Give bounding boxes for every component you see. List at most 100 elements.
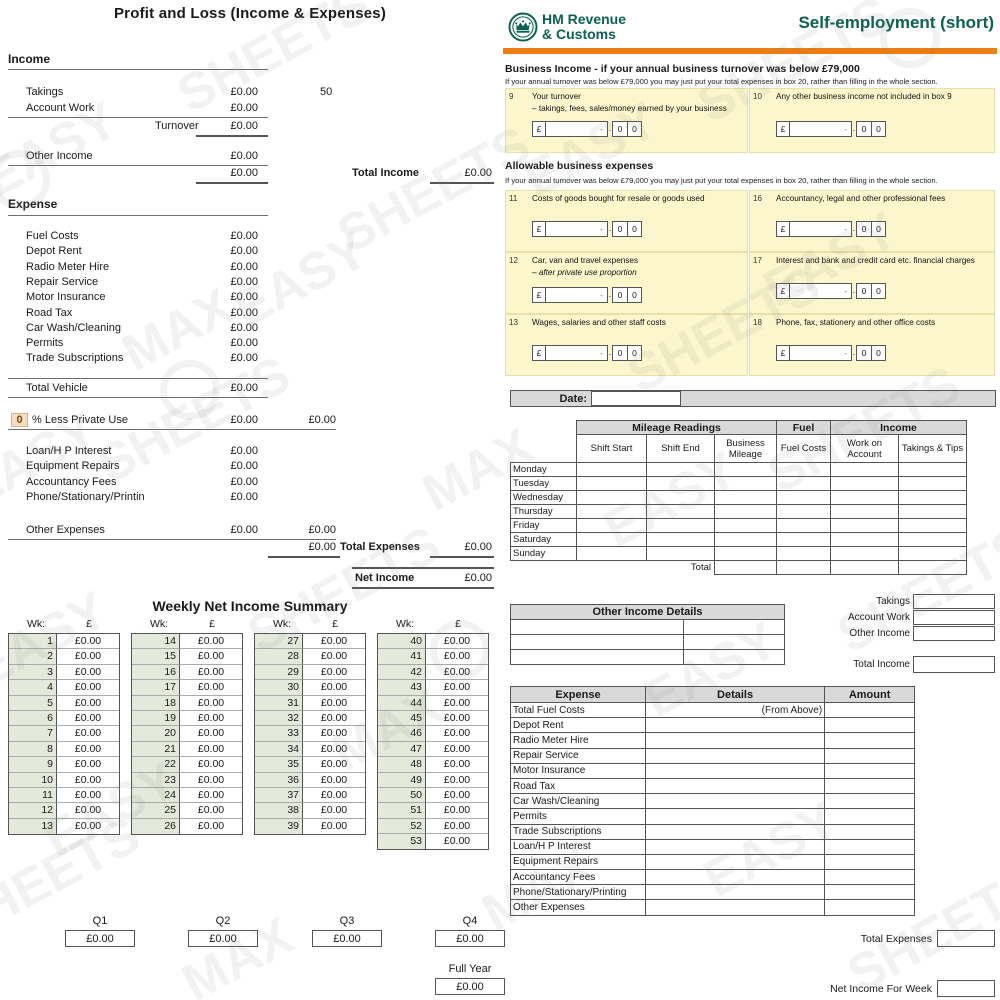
mileage-cell[interactable] bbox=[898, 504, 967, 519]
mileage-cell[interactable] bbox=[776, 504, 831, 519]
weekly-week-number[interactable]: 6 bbox=[9, 710, 57, 727]
weekly-week-number[interactable]: 35 bbox=[255, 757, 303, 773]
weekly-amount[interactable]: £0.00 bbox=[426, 726, 488, 742]
mileage-cell[interactable] bbox=[714, 490, 777, 505]
weekly-week-number[interactable]: 11 bbox=[9, 787, 57, 804]
form-box-18-pence-2[interactable]: 0 bbox=[871, 345, 886, 361]
weekly-week-number[interactable]: 14 bbox=[132, 634, 180, 650]
weekly-week-number[interactable]: 4 bbox=[9, 680, 57, 696]
form-box-12-pence-1[interactable]: 0 bbox=[612, 287, 627, 303]
weekly-amount[interactable]: £0.00 bbox=[303, 695, 365, 711]
weekly-week-number[interactable]: 5 bbox=[9, 695, 57, 711]
mileage-cell[interactable] bbox=[576, 504, 647, 519]
expense-row-amount[interactable] bbox=[824, 762, 915, 779]
expense-row-amount[interactable] bbox=[824, 838, 915, 855]
mileage-cell[interactable] bbox=[646, 532, 715, 547]
weekly-week-number[interactable]: 32 bbox=[255, 710, 303, 727]
weekly-amount[interactable]: £0.00 bbox=[303, 787, 365, 804]
mileage-cell[interactable] bbox=[714, 546, 777, 561]
expense-row-amount[interactable] bbox=[824, 732, 915, 749]
other-income-detail-amount[interactable] bbox=[683, 649, 785, 665]
weekly-week-number[interactable]: 44 bbox=[378, 695, 426, 711]
weekly-week-number[interactable]: 18 bbox=[132, 695, 180, 711]
expense-row-details[interactable] bbox=[644, 884, 826, 901]
form-box-11-pence-2[interactable]: 0 bbox=[627, 221, 642, 237]
total-expenses-week-value[interactable] bbox=[937, 930, 995, 947]
weekly-amount[interactable]: £0.00 bbox=[57, 803, 119, 819]
weekly-week-number[interactable]: 45 bbox=[378, 710, 426, 727]
weekly-amount[interactable]: £0.00 bbox=[303, 818, 365, 835]
expense-row-amount[interactable] bbox=[824, 793, 915, 810]
expense-row-details[interactable] bbox=[644, 762, 826, 779]
form-box-12-money-input[interactable]: £ -. 0 0 bbox=[532, 287, 642, 303]
expense-row-details[interactable] bbox=[644, 869, 826, 886]
form-box-17-pence-1[interactable]: 0 bbox=[856, 283, 871, 299]
weekly-amount[interactable]: £0.00 bbox=[426, 834, 488, 850]
form-box-10-money-input[interactable]: £ - . 0 0 bbox=[776, 121, 886, 137]
weekly-week-number[interactable]: 34 bbox=[255, 741, 303, 758]
weekly-amount[interactable]: £0.00 bbox=[180, 757, 242, 773]
weekly-amount[interactable]: £0.00 bbox=[426, 803, 488, 819]
mileage-cell[interactable] bbox=[898, 532, 967, 547]
mileage-total-cell[interactable] bbox=[776, 560, 831, 575]
weekly-week-number[interactable]: 13 bbox=[9, 818, 57, 835]
quarter-value[interactable]: £0.00 bbox=[312, 930, 382, 947]
weekly-week-number[interactable]: 53 bbox=[378, 834, 426, 850]
weekly-week-number[interactable]: 50 bbox=[378, 787, 426, 804]
expense-row-details[interactable]: (From Above) bbox=[644, 701, 826, 719]
weekly-amount[interactable]: £0.00 bbox=[426, 680, 488, 696]
form-box-18-pounds-field[interactable]: - bbox=[789, 345, 852, 361]
mileage-cell[interactable] bbox=[576, 462, 647, 477]
weekly-week-number[interactable]: 10 bbox=[9, 772, 57, 788]
weekly-week-number[interactable]: 20 bbox=[132, 726, 180, 742]
weekly-amount[interactable]: £0.00 bbox=[426, 757, 488, 773]
weekly-week-number[interactable]: 22 bbox=[132, 757, 180, 773]
form-box-16-pounds-field[interactable]: - bbox=[789, 221, 852, 237]
weekly-week-number[interactable]: 26 bbox=[132, 818, 180, 835]
form-box-10-pounds-field[interactable]: - bbox=[789, 121, 852, 137]
quarter-value[interactable]: £0.00 bbox=[188, 930, 258, 947]
weekly-week-number[interactable]: 42 bbox=[378, 664, 426, 681]
mileage-cell[interactable] bbox=[646, 546, 715, 561]
expense-row-details[interactable] bbox=[644, 853, 826, 871]
form-box-12[interactable]: 12 Car, van and travel expenses – after pr… bbox=[505, 252, 748, 314]
form-box-9-pence-2[interactable]: 0 bbox=[627, 121, 642, 137]
mileage-cell[interactable] bbox=[714, 476, 777, 491]
weekly-week-number[interactable]: 31 bbox=[255, 695, 303, 711]
expense-row-details[interactable] bbox=[644, 747, 826, 764]
mileage-cell[interactable] bbox=[576, 490, 647, 505]
weekly-week-number[interactable]: 48 bbox=[378, 757, 426, 773]
weekly-amount[interactable]: £0.00 bbox=[180, 818, 242, 835]
weekly-amount[interactable]: £0.00 bbox=[57, 818, 119, 835]
expense-row-details[interactable] bbox=[644, 793, 826, 810]
weekly-amount[interactable]: £0.00 bbox=[303, 710, 365, 727]
form-box-11-money-input[interactable]: £ -. 0 0 bbox=[532, 221, 642, 237]
form-box-13-pence-1[interactable]: 0 bbox=[612, 345, 627, 361]
weekly-amount[interactable]: £0.00 bbox=[426, 772, 488, 788]
expense-row-details[interactable] bbox=[644, 808, 826, 825]
mileage-cell[interactable] bbox=[776, 532, 831, 547]
mileage-cell[interactable] bbox=[830, 504, 899, 519]
weekly-week-number[interactable]: 2 bbox=[9, 649, 57, 665]
expense-row-details[interactable] bbox=[644, 732, 826, 749]
other-income-detail-amount[interactable] bbox=[683, 634, 785, 650]
date-input[interactable] bbox=[591, 391, 681, 406]
weekly-week-number[interactable]: 24 bbox=[132, 787, 180, 804]
weekly-amount[interactable]: £0.00 bbox=[57, 664, 119, 681]
form-box-16[interactable]: 16 Accountancy, legal and other professio… bbox=[749, 190, 995, 252]
weekly-week-number[interactable]: 47 bbox=[378, 741, 426, 758]
mileage-cell[interactable] bbox=[830, 476, 899, 491]
weekly-amount[interactable]: £0.00 bbox=[426, 649, 488, 665]
weekly-amount[interactable]: £0.00 bbox=[303, 634, 365, 650]
weekly-amount[interactable]: £0.00 bbox=[57, 772, 119, 788]
weekly-amount[interactable]: £0.00 bbox=[303, 664, 365, 681]
form-box-18-money-input[interactable]: £ -. 0 0 bbox=[776, 345, 886, 361]
mileage-cell[interactable] bbox=[646, 490, 715, 505]
expense-row-amount[interactable] bbox=[824, 823, 915, 840]
weekly-amount[interactable]: £0.00 bbox=[303, 649, 365, 665]
quarter-value[interactable]: £0.00 bbox=[65, 930, 135, 947]
weekly-week-number[interactable]: 40 bbox=[378, 634, 426, 650]
form-box-12-pounds-field[interactable]: - bbox=[545, 287, 608, 303]
mileage-cell[interactable] bbox=[898, 518, 967, 533]
weekly-amount[interactable]: £0.00 bbox=[303, 741, 365, 758]
